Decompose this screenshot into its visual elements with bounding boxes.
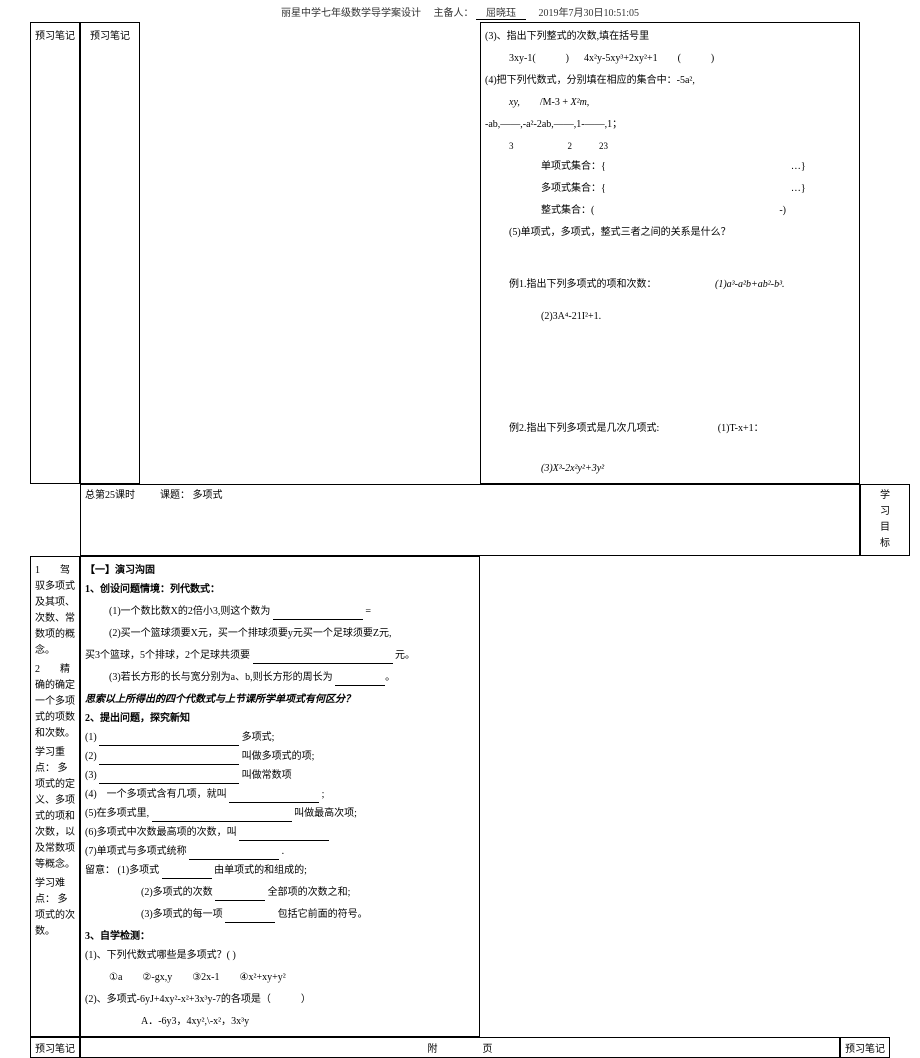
r-q4-l2a: xy, [509, 97, 520, 108]
goal-2: 2 精确的确定一个多项式的项数和次数。 [35, 662, 75, 742]
right-margin-note: 预习笔记 [80, 22, 140, 484]
q2-2-suffix: 叫做多项式的项; [242, 751, 315, 762]
ex1-1: (1)a³-a²b+ab²-b³. [659, 277, 785, 293]
blank-field[interactable] [273, 610, 363, 620]
note-2: (2)多项式的次数 [141, 887, 213, 898]
q2-5-suffix: 叫做最高次项; [294, 808, 357, 819]
blank-field[interactable] [335, 676, 385, 686]
r-q4-l3: -ab,——,-a²-2ab,——,1-——,1； [485, 117, 855, 133]
blank-field[interactable] [99, 736, 239, 746]
q2-6: (6)多项式中次数最高项的次数，叫 [85, 827, 237, 838]
r-q4: (4)把下列代数式，分别填在相应的集合中：-5a², [485, 73, 855, 89]
title-row: 总第25课时 课题： 多项式 [80, 484, 860, 556]
note-1: (1)多项式 [118, 865, 160, 876]
blank-field[interactable] [99, 755, 239, 765]
set-int-label: 整式集合：( [541, 205, 594, 216]
q2-4: (4) 一个多项式含有几项，就叫 [85, 789, 227, 800]
set-poly-close: …} [791, 183, 806, 194]
preparer-label: 主备人： [433, 8, 473, 19]
note-head: 留意： [85, 865, 115, 876]
r-q4-l2b: /M-3 + [540, 97, 568, 108]
focus-text: 多项式的定义、多项式的项和次数，以及常数项等概念。 [35, 763, 75, 870]
blank-field[interactable] [152, 812, 292, 822]
r-q3: (3)、指出下列整式的次数,填在括号里 [485, 29, 855, 45]
preparer-name: 屈晓珏 [476, 4, 526, 20]
think-label: 思索以上所得出的四个代数式与上节课所学单项式有何区分？ [85, 694, 355, 705]
main-grid: 预习笔记 总第25课时 课题： 多项式 预习笔记 学习目标 1 驾驭多项式及其项… [30, 22, 890, 1037]
section-1-head: 【一】演习沟固 [85, 563, 475, 579]
ex1-2: (2)3A⁴-21I²+1. [485, 309, 601, 325]
q2-7: (7)单项式与多项式统称 [85, 846, 187, 857]
blank-field[interactable] [229, 793, 319, 803]
r-q3-e1a: 3xy-1( ) [509, 53, 569, 64]
blank-field[interactable] [239, 831, 329, 841]
page-header: 丽星中学七年级数学导学案设计 主备人： 屈晓珏 2019年7月30日10:51:… [0, 0, 920, 22]
note-3: (3)多项式的每一项 [141, 909, 223, 920]
header-datetime: 2019年7月30日10:51:05 [538, 8, 639, 19]
q2-3: (3) [85, 770, 97, 781]
q2-1: (1) [85, 732, 97, 743]
q2-2: (2) [85, 751, 97, 762]
footer-left: 预习笔记 [30, 1037, 80, 1058]
goals-label: 学习目标 [860, 484, 910, 556]
set-poly-label: 多项式集合：{ [541, 183, 606, 194]
q3-2-opt-a: A．-6y3，4xy²,\-x²，3x³y [85, 1014, 249, 1030]
ex2-1: (1)T-x+1： [662, 421, 764, 437]
blank-field[interactable] [99, 774, 239, 784]
q3-2: (2)、多项式-6yJ+4xy²-x²+3x³y-7的各项是（ ） [85, 992, 475, 1008]
q1-head: 1、创设问题情境：列代数式： [85, 584, 220, 595]
blank-field[interactable] [162, 869, 212, 879]
q1-3: (3)若长方形的长与宽分别为a、b,则长方形的周长为 [109, 672, 333, 683]
note-3-suffix: 包括它前面的符号。 [278, 909, 368, 920]
period-label: 总第25课时 [85, 490, 135, 501]
footer-center: 附 页 [80, 1037, 840, 1058]
school-name: 丽星中学七年级数学导学案设计 [281, 8, 421, 19]
q3-1: (1)、下列代数式哪些是多项式？( ) [85, 948, 475, 964]
footer-right: 预习笔记 [840, 1037, 890, 1058]
q2-3-suffix: 叫做常数项 [242, 770, 292, 781]
r-q3-e1b: 4x²y-5xy³+2xy²+1 ( ) [584, 53, 714, 64]
r-q4-l3n: 3 2 23 [485, 139, 608, 153]
q1-1: (1)一个数比数X的2倍小3,则这个数为 [109, 606, 270, 617]
r-q5: (5)单项式，多项式，整式三者之间的关系是什么？ [485, 225, 731, 241]
blank-field[interactable] [189, 850, 279, 860]
q1-2b: 买3个篮球，5个排球，2个足球共须要 [85, 650, 250, 661]
note-1-suffix: 由单项式的和组成的; [214, 865, 307, 876]
lesson-label: 课题： [160, 490, 190, 501]
left-margin-note: 预习笔记 [30, 22, 80, 484]
q2-5: (5)在多项式里, [85, 808, 149, 819]
r-q4-l2c: X²m, [570, 97, 589, 108]
q1-2c: 元。 [395, 650, 415, 661]
right-column: (3)、指出下列整式的次数,填在括号里 3xy-1( ) 4x²y-5xy³+2… [480, 22, 860, 484]
q2-head: 2、提出问题，探究新知 [85, 713, 190, 724]
blank-field[interactable] [225, 913, 275, 923]
footer-row: 预习笔记 附 页 预习笔记 [30, 1037, 890, 1058]
goals-content: 1 驾驭多项式及其项、次数、常数项的概念。 2 精确的确定一个多项式的项数和次数… [30, 556, 80, 1037]
note-2-suffix: 全部项的次数之和; [268, 887, 351, 898]
q2-1-suffix: 多项式; [242, 732, 275, 743]
goal-1: 1 驾驭多项式及其项、次数、常数项的概念。 [35, 563, 75, 659]
set-mono-label: 单项式集合：{ [541, 161, 606, 172]
q3-1-opts: ①a ②-gx,y ③2x-1 ④x²+xy+y² [85, 970, 286, 986]
set-mono-close: …} [791, 161, 806, 172]
example-2: 例2.指出下列多项式是几次几项式: [485, 421, 659, 437]
ex2-2: (3)X³-2x²y²+3y² [485, 461, 604, 477]
example-1: 例1.指出下列多项式的项和次数： [485, 277, 657, 293]
set-int-close: -) [779, 205, 786, 216]
lesson-name: 多项式 [193, 490, 223, 501]
left-column: 【一】演习沟固 1、创设问题情境：列代数式： (1)一个数比数X的2倍小3,则这… [80, 556, 480, 1037]
blank-field[interactable] [253, 654, 393, 664]
q3-head: 3、自学检测： [85, 931, 150, 942]
q1-2: (2)买一个篮球须要X元，买一个排球须要y元买一个足球须要Z元, [85, 626, 392, 642]
blank-field[interactable] [215, 891, 265, 901]
